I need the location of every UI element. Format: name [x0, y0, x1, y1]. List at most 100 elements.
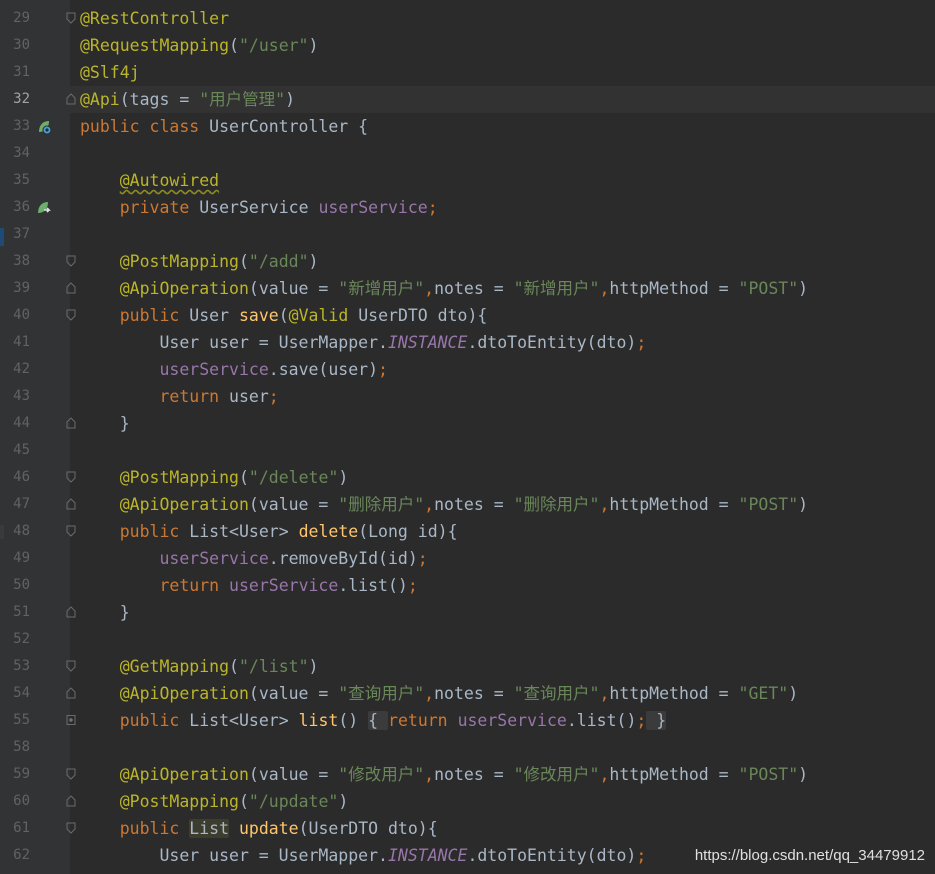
- code-text[interactable]: }: [80, 599, 130, 626]
- code-token: public: [119, 522, 190, 541]
- fold-open-icon[interactable]: [66, 471, 76, 483]
- code-token: httpMethod =: [609, 495, 739, 514]
- code-line-41[interactable]: 41 User user = UserMapper.INSTANCE.dtoTo…: [0, 329, 935, 356]
- code-line-44[interactable]: 44 }: [0, 410, 935, 437]
- code-line-54[interactable]: 54 @ApiOperation(value = "查询用户",notes = …: [0, 680, 935, 707]
- fold-open-icon[interactable]: [66, 309, 76, 321]
- code-line-53[interactable]: 53 @GetMapping("/list"): [0, 653, 935, 680]
- code-line-49[interactable]: 49 userService.removeById(id);: [0, 545, 935, 572]
- code-text[interactable]: @PostMapping("/add"): [80, 248, 319, 275]
- code-line-60[interactable]: 60 @PostMapping("/update"): [0, 788, 935, 815]
- code-line-33[interactable]: 33 public class UserController {: [0, 113, 935, 140]
- code-text[interactable]: @ApiOperation(value = "删除用户",notes = "删除…: [80, 491, 808, 518]
- code-token: @GetMapping: [119, 657, 230, 676]
- line-number: 46: [13, 469, 30, 485]
- code-text[interactable]: @Autowired: [80, 167, 219, 194]
- code-line-59[interactable]: 59 @ApiOperation(value = "修改用户",notes = …: [0, 761, 935, 788]
- code-text[interactable]: @ApiOperation(value = "新增用户",notes = "新增…: [80, 275, 808, 302]
- fold-close-icon[interactable]: [66, 282, 76, 294]
- code-text[interactable]: public List update(UserDTO dto){: [80, 815, 438, 842]
- code-line-52[interactable]: 52: [0, 626, 935, 653]
- code-text[interactable]: public List<User> delete(Long id){: [80, 518, 458, 545]
- code-token: @Slf4j: [80, 63, 140, 82]
- code-line-61[interactable]: 61 public List update(UserDTO dto){: [0, 815, 935, 842]
- code-text[interactable]: return user;: [80, 383, 278, 410]
- code-text[interactable]: @RequestMapping("/user"): [80, 32, 318, 59]
- code-token: httpMethod =: [609, 765, 739, 784]
- code-text[interactable]: public User save(@Valid UserDTO dto){: [80, 302, 488, 329]
- code-token: return: [388, 711, 458, 730]
- code-text[interactable]: @Slf4j: [80, 59, 140, 86]
- code-text[interactable]: }: [80, 410, 130, 437]
- code-line-43[interactable]: 43 return user;: [0, 383, 935, 410]
- code-line-37[interactable]: 37: [0, 221, 935, 248]
- fold-close-icon[interactable]: [66, 687, 76, 699]
- line-number: 55: [13, 712, 30, 728]
- fold-close-icon[interactable]: [66, 498, 76, 510]
- code-token: ;: [378, 360, 388, 379]
- code-text[interactable]: private UserService userService;: [80, 194, 438, 221]
- code-text[interactable]: User user = UserMapper.INSTANCE.dtoToEnt…: [80, 842, 646, 869]
- code-line-36[interactable]: 36 private UserService userService;: [0, 194, 935, 221]
- fold-open-icon[interactable]: [66, 822, 76, 834]
- code-line-35[interactable]: 35 @Autowired: [0, 167, 935, 194]
- code-line-55[interactable]: 55 public List<User> list() { return use…: [0, 707, 935, 734]
- fold-close-icon[interactable]: [66, 606, 76, 618]
- code-text[interactable]: User user = UserMapper.INSTANCE.dtoToEnt…: [80, 329, 646, 356]
- code-text[interactable]: @PostMapping("/delete"): [80, 464, 349, 491]
- code-line-34[interactable]: 34: [0, 140, 935, 167]
- code-line-51[interactable]: 51 }: [0, 599, 935, 626]
- code-text[interactable]: return userService.list();: [80, 572, 417, 599]
- code-text[interactable]: @ApiOperation(value = "修改用户",notes = "修改…: [80, 761, 808, 788]
- code-line-45[interactable]: 45: [0, 437, 935, 464]
- fold-open-icon[interactable]: [66, 660, 76, 672]
- code-token: .save(user): [268, 360, 379, 379]
- code-line-40[interactable]: 40 public User save(@Valid UserDTO dto){: [0, 302, 935, 329]
- code-line-47[interactable]: 47 @ApiOperation(value = "删除用户",notes = …: [0, 491, 935, 518]
- fold-plus-icon[interactable]: [66, 714, 76, 726]
- code-token: .dtoToEntity(dto): [467, 846, 637, 865]
- code-token: (tags =: [119, 90, 200, 109]
- code-line-32[interactable]: 32 @Api(tags = "用户管理"): [0, 86, 935, 113]
- code-line-29[interactable]: 29 @RestController: [0, 5, 935, 32]
- code-text[interactable]: public List<User> list() { return userSe…: [80, 707, 667, 734]
- code-text[interactable]: @PostMapping("/update"): [80, 788, 349, 815]
- code-text[interactable]: @ApiOperation(value = "查询用户",notes = "查询…: [80, 680, 798, 707]
- code-line-58[interactable]: 58: [0, 734, 935, 761]
- code-token: (: [229, 657, 239, 676]
- code-text[interactable]: @Api(tags = "用户管理"): [80, 86, 295, 113]
- code-text[interactable]: @RestController: [80, 5, 229, 32]
- code-line-50[interactable]: 50 return userService.list();: [0, 572, 935, 599]
- code-line-38[interactable]: 38 @PostMapping("/add"): [0, 248, 935, 275]
- code-line-46[interactable]: 46 @PostMapping("/delete"): [0, 464, 935, 491]
- code-token: ): [285, 90, 296, 109]
- fold-open-icon[interactable]: [66, 12, 76, 24]
- fold-close-icon[interactable]: [66, 795, 76, 807]
- code-token: User: [189, 306, 239, 325]
- code-line-30[interactable]: 30 @RequestMapping("/user"): [0, 32, 935, 59]
- fold-open-icon[interactable]: [66, 768, 76, 780]
- code-editor[interactable]: 29 @RestController 30 @RequestMapping("/use…: [0, 0, 935, 874]
- code-line-31[interactable]: 31 @Slf4j: [0, 59, 935, 86]
- code-token: return: [159, 387, 230, 406]
- fold-close-icon[interactable]: [66, 417, 76, 429]
- code-line-42[interactable]: 42 userService.save(user);: [0, 356, 935, 383]
- line-number: 44: [13, 415, 30, 431]
- navigate-bean-icon[interactable]: [36, 200, 52, 216]
- code-text[interactable]: userService.removeById(id);: [80, 545, 427, 572]
- code-text[interactable]: public class UserController {: [80, 113, 368, 140]
- fold-open-icon[interactable]: [66, 525, 76, 537]
- fold-close-icon[interactable]: [66, 93, 76, 105]
- code-token: UserService: [199, 198, 319, 217]
- code-token: (Long id){: [358, 522, 458, 541]
- code-text[interactable]: @GetMapping("/list"): [80, 653, 319, 680]
- code-token: }: [646, 711, 667, 730]
- class-bean-icon[interactable]: [36, 119, 52, 135]
- code-token: httpMethod =: [609, 279, 739, 298]
- code-line-48[interactable]: 48 public List<User> delete(Long id){: [0, 518, 935, 545]
- code-text[interactable]: userService.save(user);: [80, 356, 388, 383]
- code-line-39[interactable]: 39 @ApiOperation(value = "新增用户",notes = …: [0, 275, 935, 302]
- fold-open-icon[interactable]: [66, 255, 76, 267]
- line-number: 38: [13, 253, 30, 269]
